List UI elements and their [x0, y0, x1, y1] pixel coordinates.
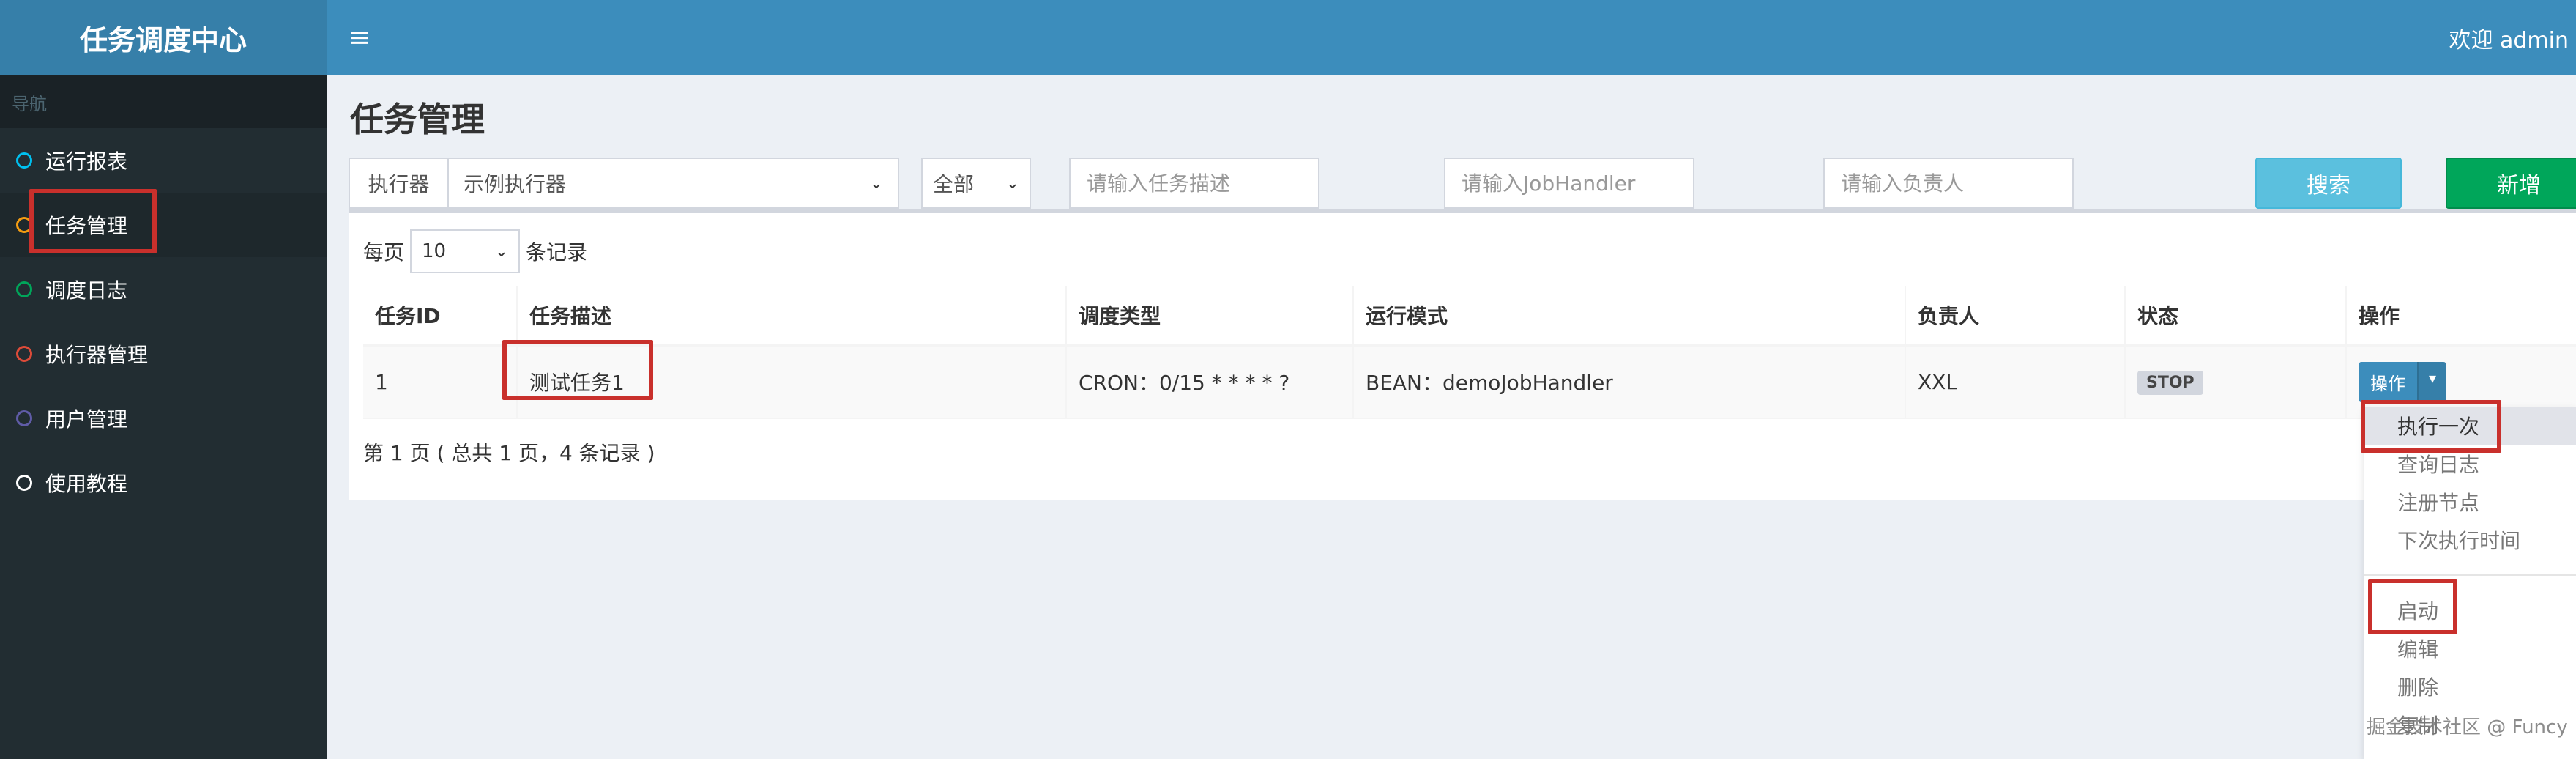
add-button[interactable]: 新增	[2446, 158, 2576, 209]
action-button-group: 操作 ▾	[2359, 361, 2447, 402]
sidebar-item-label: 用户管理	[45, 407, 128, 432]
column-header-actions: 操作	[2345, 286, 2576, 347]
nav-header: 导航	[0, 75, 327, 128]
circle-icon	[16, 410, 32, 426]
menu-item-delete[interactable]: 删除	[2364, 667, 2576, 706]
job-table: 任务ID 任务描述 调度类型 运行模式 负责人 状态 操作 1 测试任务1 CR…	[363, 286, 2576, 419]
sidebar-item-job-manage[interactable]: 任务管理	[0, 193, 327, 257]
sidebar-item-label: 使用教程	[45, 472, 128, 496]
circle-icon	[16, 217, 32, 233]
main-content: 任务管理 执行器 示例执行器 ⌄ 全部 ⌄ 搜索 新增 每页 10 ⌄ 条记录	[327, 75, 2576, 759]
cell-job-id: 1	[363, 345, 517, 419]
status-badge: STOP	[2137, 371, 2203, 396]
circle-icon	[16, 281, 32, 297]
column-header-id[interactable]: 任务ID	[363, 286, 517, 347]
menu-item-start[interactable]: 启动	[2364, 591, 2576, 629]
column-header-author[interactable]: 负责人	[1905, 286, 2125, 347]
app-logo[interactable]: 任务调度中心	[0, 0, 327, 75]
sidebar-item-label: 运行报表	[45, 149, 128, 174]
action-dropdown-menu: 执行一次 查询日志 注册节点 下次执行时间 启动 编辑 删除 复制	[2364, 407, 2576, 759]
circle-icon	[16, 152, 32, 169]
circle-icon	[16, 346, 32, 362]
page-title: 任务管理	[350, 100, 485, 139]
job-handler-input[interactable]	[1444, 158, 1694, 209]
table-row: 1 测试任务1 CRON：0/15 * * * * ? BEAN：demoJob…	[363, 345, 2576, 419]
pagination-info: 第 1 页 ( 总共 1 页，4 条记录 )	[363, 441, 655, 465]
page-length-control: 每页 10 ⌄ 条记录	[363, 229, 587, 273]
action-button[interactable]: 操作	[2359, 361, 2417, 402]
column-header-desc[interactable]: 任务描述	[516, 286, 1066, 347]
column-header-status[interactable]: 状态	[2124, 286, 2346, 347]
cell-job-desc: 测试任务1	[516, 345, 1066, 419]
cell-run-mode: BEAN：demoJobHandler	[1352, 345, 1905, 419]
search-button[interactable]: 搜索	[2255, 158, 2402, 209]
sidebar-item-label: 执行器管理	[45, 343, 149, 367]
status-select-value: 全部	[933, 172, 975, 196]
sidebar-item-schedule-log[interactable]: 调度日志	[0, 257, 327, 322]
menu-item-registry-node[interactable]: 注册节点	[2364, 483, 2576, 521]
circle-icon	[16, 475, 32, 491]
page-length-select[interactable]: 10 ⌄	[410, 229, 521, 273]
watermark-text: 掘金技术社区 @ Funcy	[2367, 717, 2568, 738]
table-header-row: 任务ID 任务描述 调度类型 运行模式 负责人 状态 操作	[363, 286, 2576, 347]
job-table-box: 每页 10 ⌄ 条记录 任务ID 任务描述 调度类型 运行模式 负责人 状态 操…	[349, 209, 2576, 500]
user-welcome[interactable]: 欢迎 admin	[2449, 22, 2569, 54]
cell-author: XXL	[1905, 345, 2125, 419]
sidebar-item-report[interactable]: 运行报表	[0, 128, 327, 193]
caret-down-icon[interactable]: ▾	[2417, 361, 2447, 402]
cell-status: STOP	[2124, 345, 2346, 419]
menu-toggle-icon[interactable]: ≡	[349, 23, 371, 53]
page-length-value: 10	[422, 240, 447, 262]
sidebar-item-user-manage[interactable]: 用户管理	[0, 386, 327, 451]
menu-item-query-log[interactable]: 查询日志	[2364, 445, 2576, 483]
sidebar-item-label: 任务管理	[45, 214, 128, 238]
executor-label: 执行器	[350, 159, 449, 207]
sidebar-item-tutorial[interactable]: 使用教程	[0, 451, 327, 515]
executor-select-value: 示例执行器	[464, 172, 567, 196]
executor-filter: 执行器 示例执行器 ⌄	[349, 158, 899, 209]
column-header-schedule-type[interactable]: 调度类型	[1065, 286, 1353, 347]
menu-item-edit[interactable]: 编辑	[2364, 629, 2576, 667]
page-length-prefix: 每页	[363, 240, 405, 264]
status-select[interactable]: 全部 ⌄	[921, 158, 1031, 209]
cell-schedule: CRON：0/15 * * * * ?	[1065, 345, 1353, 419]
sidebar: 任务调度中心 导航 运行报表 任务管理 调度日志 执行器管理 用户管理 使用教程	[0, 0, 327, 759]
chevron-down-icon: ⌄	[1005, 174, 1019, 193]
menu-divider	[2364, 574, 2576, 576]
menu-item-trigger-once[interactable]: 执行一次	[2364, 407, 2576, 445]
page-length-suffix: 条记录	[526, 240, 588, 264]
sidebar-item-label: 调度日志	[45, 278, 128, 303]
chevron-down-icon: ⌄	[494, 242, 509, 261]
executor-select[interactable]: 示例执行器 ⌄	[449, 159, 898, 207]
job-desc-input[interactable]	[1069, 158, 1319, 209]
column-header-run-mode[interactable]: 运行模式	[1352, 286, 1905, 347]
chevron-down-icon: ⌄	[869, 174, 883, 193]
sidebar-item-executor-manage[interactable]: 执行器管理	[0, 322, 327, 386]
job-desc-text: 测试任务1	[529, 371, 625, 396]
menu-item-next-trigger-time[interactable]: 下次执行时间	[2364, 521, 2576, 559]
author-input[interactable]	[1823, 158, 2074, 209]
top-navbar: ≡ 欢迎 admin	[327, 0, 2576, 75]
